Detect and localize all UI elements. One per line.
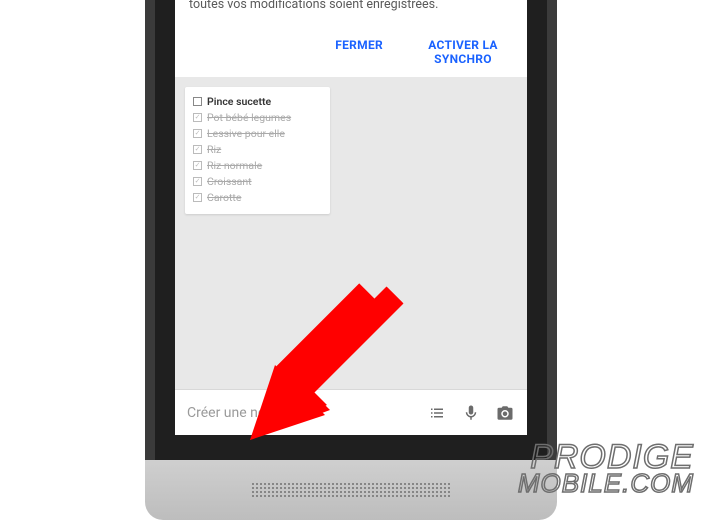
checklist-item[interactable]: Lessive pour elle <box>193 126 322 142</box>
checklist-item-label: Riz <box>207 143 221 156</box>
checklist-item-label: Carotte <box>207 191 241 204</box>
notes-grid: Pince sucette Pot bébé legumes Lessive pou… <box>175 77 527 389</box>
checkbox-icon[interactable] <box>193 161 202 170</box>
checklist-item-label: Pince sucette <box>207 95 271 108</box>
compose-bar: Créer une note... <box>175 389 527 435</box>
checklist-item[interactable]: Riz <box>193 142 322 158</box>
create-note-input[interactable]: Créer une note... <box>187 405 413 421</box>
checklist-item-label: Croissant <box>207 175 252 188</box>
checklist-item[interactable]: Carotte <box>193 190 322 206</box>
checklist-item[interactable]: Croissant <box>193 174 322 190</box>
checklist-item-label: Pot bébé legumes <box>207 111 291 124</box>
checkbox-icon[interactable] <box>193 129 202 138</box>
note-card[interactable]: Pince sucette Pot bébé legumes Lessive pou… <box>185 87 330 214</box>
checklist-item-label: Riz normale <box>207 159 262 172</box>
list-icon[interactable] <box>427 403 447 423</box>
app-screen: La synchronisation est désactivée. Réact… <box>175 0 527 435</box>
checkbox-icon[interactable] <box>193 145 202 154</box>
speaker-dots <box>251 482 451 498</box>
checklist-item[interactable]: Riz normale <box>193 158 322 174</box>
checklist-item[interactable]: Pince sucette <box>193 94 322 110</box>
checkbox-icon[interactable] <box>193 193 202 202</box>
phone-bezel: La synchronisation est désactivée. Réact… <box>145 0 557 500</box>
close-button[interactable]: FERMER <box>335 38 383 67</box>
checklist-item[interactable]: Pot bébé legumes <box>193 110 322 126</box>
phone-frame: La synchronisation est désactivée. Réact… <box>155 0 547 470</box>
checkbox-icon[interactable] <box>193 113 202 122</box>
checkbox-icon[interactable] <box>193 177 202 186</box>
sync-banner-message: La synchronisation est désactivée. Réact… <box>175 0 527 24</box>
checkbox-icon[interactable] <box>193 97 202 106</box>
mic-icon[interactable] <box>461 403 481 423</box>
camera-icon[interactable] <box>495 403 515 423</box>
phone-speaker-grill <box>145 460 557 520</box>
checklist-item-label: Lessive pour elle <box>207 127 285 140</box>
enable-sync-button[interactable]: ACTIVER LA SYNCHRO <box>413 38 513 67</box>
sync-banner-actions: FERMER ACTIVER LA SYNCHRO <box>175 24 527 77</box>
